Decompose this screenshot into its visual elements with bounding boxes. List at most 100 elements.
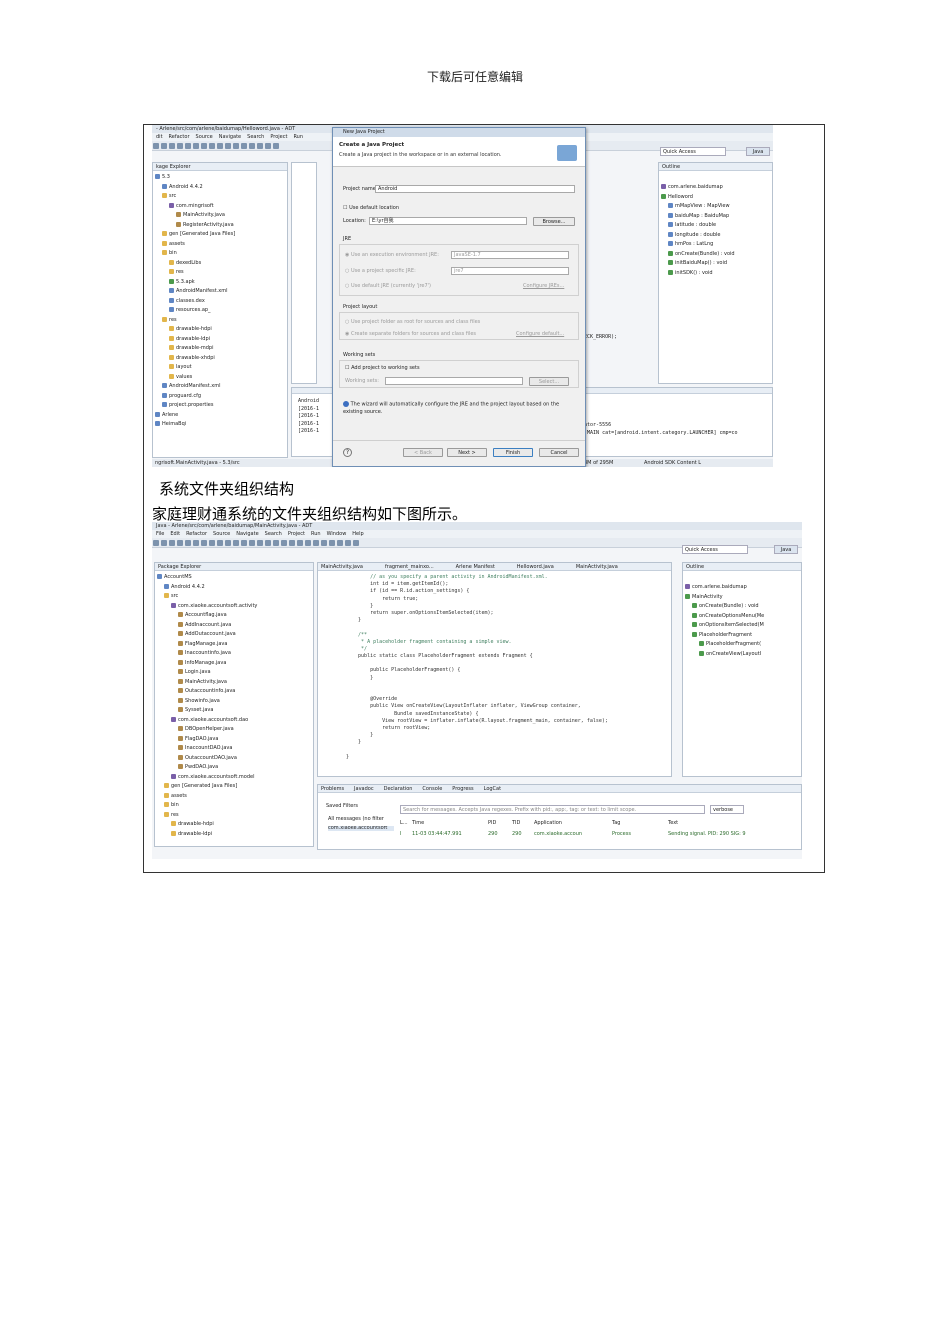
- menu-item[interactable]: dit: [156, 134, 163, 140]
- bottom-tab[interactable]: Declaration: [384, 786, 413, 792]
- editor-tab[interactable]: MainActivity.java: [576, 564, 618, 570]
- add-working-sets-checkbox[interactable]: ☐ Add project to working sets: [345, 366, 420, 371]
- tree-item[interactable]: AddOutaccount.java: [157, 630, 311, 640]
- tree-item[interactable]: dexedLibs: [155, 259, 285, 269]
- outline-item[interactable]: onCreateOptionsMenu(Me: [685, 612, 799, 622]
- tree-item[interactable]: FlagManage.java: [157, 640, 311, 650]
- outline-item[interactable]: baiduMap : BaiduMap: [661, 212, 770, 222]
- bottom-tab[interactable]: Console: [422, 786, 442, 792]
- menu-item[interactable]: Navigate: [236, 531, 258, 537]
- default-location-checkbox[interactable]: ☐ Use default location: [343, 206, 399, 211]
- tree-item[interactable]: assets: [155, 240, 285, 250]
- help-icon[interactable]: ?: [343, 448, 352, 457]
- editor-tab[interactable]: fragment_mainxo...: [385, 564, 434, 570]
- tree-item[interactable]: MainActivity.java: [157, 678, 311, 688]
- tree-item[interactable]: drawable-mdpi: [155, 344, 285, 354]
- configure-default-link[interactable]: Configure default...: [516, 332, 564, 337]
- layout-option2-radio[interactable]: ◉ Create separate folders for sources an…: [345, 332, 476, 337]
- quick-access-field[interactable]: Quick Access: [682, 545, 748, 554]
- tree-item[interactable]: drawable-ldpi: [157, 830, 311, 840]
- menu-item[interactable]: Edit: [170, 531, 180, 537]
- tree-item[interactable]: drawable-ldpi: [155, 335, 285, 345]
- tree-item[interactable]: Outaccountinfo.java: [157, 687, 311, 697]
- select-button[interactable]: Select...: [529, 377, 569, 386]
- menu-item[interactable]: Run: [293, 134, 303, 140]
- tree-item[interactable]: MainActivity.java: [155, 211, 285, 221]
- perspective-java-button[interactable]: Java: [746, 147, 770, 156]
- tree-item[interactable]: DBOpenHelper.java: [157, 725, 311, 735]
- cancel-button[interactable]: Cancel: [539, 448, 579, 457]
- code-editor[interactable]: // as you specify a parent activity in A…: [318, 571, 671, 761]
- verbose-select[interactable]: verbose: [710, 805, 744, 814]
- outline-item[interactable]: com.arlene.baidumap: [685, 583, 799, 593]
- menu-item[interactable]: File: [156, 531, 164, 537]
- tree-item[interactable]: InfoManage.java: [157, 659, 311, 669]
- tree-item[interactable]: Inaccountinfo.java: [157, 649, 311, 659]
- editor-tab[interactable]: Helloword.java: [517, 564, 554, 570]
- menu-item[interactable]: Window: [327, 531, 347, 537]
- menu-item[interactable]: Project: [288, 531, 305, 537]
- outline-item[interactable]: com.arlene.baidumap: [661, 183, 770, 193]
- menu-item[interactable]: Help: [352, 531, 363, 537]
- tree-item[interactable]: AndroidManifest.xml: [155, 287, 285, 297]
- app-filter[interactable]: com.xiaoke.accountsoft: [328, 826, 394, 831]
- tree-item[interactable]: InaccountDAO.java: [157, 744, 311, 754]
- tree-item[interactable]: bin: [157, 801, 311, 811]
- jre-specific-select[interactable]: jre7: [451, 267, 569, 275]
- menu-item[interactable]: Source: [196, 134, 213, 140]
- outline-item[interactable]: latitude : double: [661, 221, 770, 231]
- menu-item[interactable]: Search: [265, 531, 282, 537]
- finish-button[interactable]: Finish: [493, 448, 533, 457]
- tree-item[interactable]: Android 4.4.2: [155, 183, 285, 193]
- outline-item[interactable]: onCreate(Bundle) : void: [661, 250, 770, 260]
- outline-item[interactable]: PlaceholderFragment(: [685, 640, 799, 650]
- tree-item[interactable]: gen [Generated Java Files]: [157, 782, 311, 792]
- tree-item[interactable]: Arlene: [155, 411, 285, 421]
- working-sets-select[interactable]: [385, 377, 523, 385]
- back-button[interactable]: < Back: [403, 448, 443, 457]
- tree-item[interactable]: drawable-xhdpi: [155, 354, 285, 364]
- menu-item[interactable]: Project: [270, 134, 287, 140]
- tree-item[interactable]: gen [Generated Java Files]: [155, 230, 285, 240]
- outline-item[interactable]: initSDK() : void: [661, 269, 770, 279]
- tree-item[interactable]: com.mingrisoft: [155, 202, 285, 212]
- tree-item[interactable]: layout: [155, 363, 285, 373]
- tree-item[interactable]: Sysset.java: [157, 706, 311, 716]
- bottom-tab[interactable]: Problems: [321, 786, 344, 792]
- tree-item[interactable]: OutaccountDAO.java: [157, 754, 311, 764]
- tree-item[interactable]: PwdDAO.java: [157, 763, 311, 773]
- outline-item[interactable]: MainActivity: [685, 593, 799, 603]
- editor-tab[interactable]: Arlene Manifest: [456, 564, 495, 570]
- layout-option1-radio[interactable]: ○ Use project folder as root for sources…: [345, 320, 480, 325]
- jre-exec-env-select[interactable]: JavaSE-1.7: [451, 251, 569, 259]
- location-input[interactable]: E:\yr自我: [369, 217, 527, 225]
- tree-item[interactable]: AndroidManifest.xml: [155, 382, 285, 392]
- menu-item[interactable]: Refactor: [169, 134, 190, 140]
- jre-exec-env-radio[interactable]: ◉ Use an execution environment JRE:: [345, 253, 439, 258]
- browse-button[interactable]: Browse...: [533, 217, 575, 226]
- tree-item[interactable]: RegisterActivity.java: [155, 221, 285, 231]
- next-button[interactable]: Next >: [447, 448, 487, 457]
- jre-specific-radio[interactable]: ○ Use a project specific JRE:: [345, 269, 416, 274]
- menu-item[interactable]: Refactor: [186, 531, 207, 537]
- tree-item[interactable]: AccountMS: [157, 573, 311, 583]
- tree-item[interactable]: assets: [157, 792, 311, 802]
- perspective-java-button[interactable]: Java: [774, 545, 798, 554]
- tree-item[interactable]: 5.3: [155, 173, 285, 183]
- tree-item[interactable]: res: [155, 268, 285, 278]
- tree-item[interactable]: Accountflag.java: [157, 611, 311, 621]
- tree-item[interactable]: project.properties: [155, 401, 285, 411]
- tree-item[interactable]: values: [155, 373, 285, 383]
- outline-item[interactable]: Helloword: [661, 193, 770, 203]
- tree-item[interactable]: com.xiaoke.accountsoft.activity: [157, 602, 311, 612]
- tree-item[interactable]: classes.dex: [155, 297, 285, 307]
- tree-item[interactable]: resources.ap_: [155, 306, 285, 316]
- configure-jres-link[interactable]: Configure JREs...: [523, 284, 564, 289]
- quick-access-field[interactable]: Quick Access: [660, 147, 726, 156]
- jre-default-radio[interactable]: ○ Use default JRE (currently 'jre7'): [345, 284, 431, 289]
- tree-item[interactable]: AddInaccount.java: [157, 621, 311, 631]
- outline-item[interactable]: hmPos : LatLng: [661, 240, 770, 250]
- outline-item[interactable]: onCreateView(LayoutI: [685, 650, 799, 660]
- tree-item[interactable]: proguard.cfg: [155, 392, 285, 402]
- menu-item[interactable]: Run: [311, 531, 321, 537]
